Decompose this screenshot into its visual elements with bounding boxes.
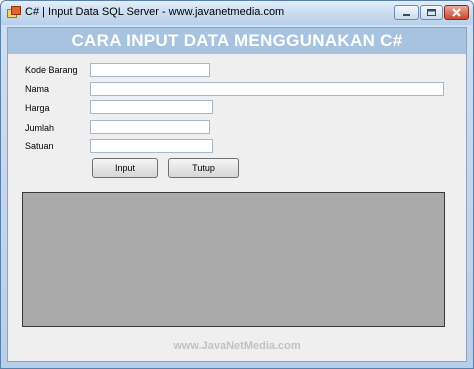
minimize-icon <box>403 14 410 16</box>
data-grid[interactable] <box>22 192 445 327</box>
maximize-icon <box>427 9 436 16</box>
form-client-area: CARA INPUT DATA MENGGUNAKAN C# Kode Bara… <box>7 27 467 362</box>
app-window: C# | Input Data SQL Server - www.javanet… <box>0 0 474 369</box>
satuan-input[interactable] <box>90 139 213 153</box>
satuan-label: Satuan <box>25 141 54 151</box>
close-icon <box>452 8 461 17</box>
jumlah-input[interactable] <box>90 120 210 134</box>
harga-label: Harga <box>25 103 50 113</box>
input-button[interactable]: Input <box>92 158 158 178</box>
minimize-button[interactable] <box>394 5 419 20</box>
footer-website: www.JavaNetMedia.com <box>173 340 301 352</box>
title-bar[interactable]: C# | Input Data SQL Server - www.javanet… <box>1 1 473 25</box>
harga-input[interactable] <box>90 100 213 114</box>
tutup-button[interactable]: Tutup <box>168 158 239 178</box>
window-title: C# | Input Data SQL Server - www.javanet… <box>25 6 285 18</box>
nama-label: Nama <box>25 84 50 94</box>
app-icon <box>7 6 21 18</box>
jumlah-label: Jumlah <box>25 123 55 133</box>
close-button[interactable] <box>444 5 469 20</box>
nama-input[interactable] <box>90 82 444 96</box>
kode-barang-label: Kode Barang <box>25 65 78 75</box>
maximize-button[interactable] <box>420 5 443 20</box>
page-banner: CARA INPUT DATA MENGGUNAKAN C# <box>8 28 466 54</box>
kode-barang-input[interactable] <box>90 63 210 77</box>
